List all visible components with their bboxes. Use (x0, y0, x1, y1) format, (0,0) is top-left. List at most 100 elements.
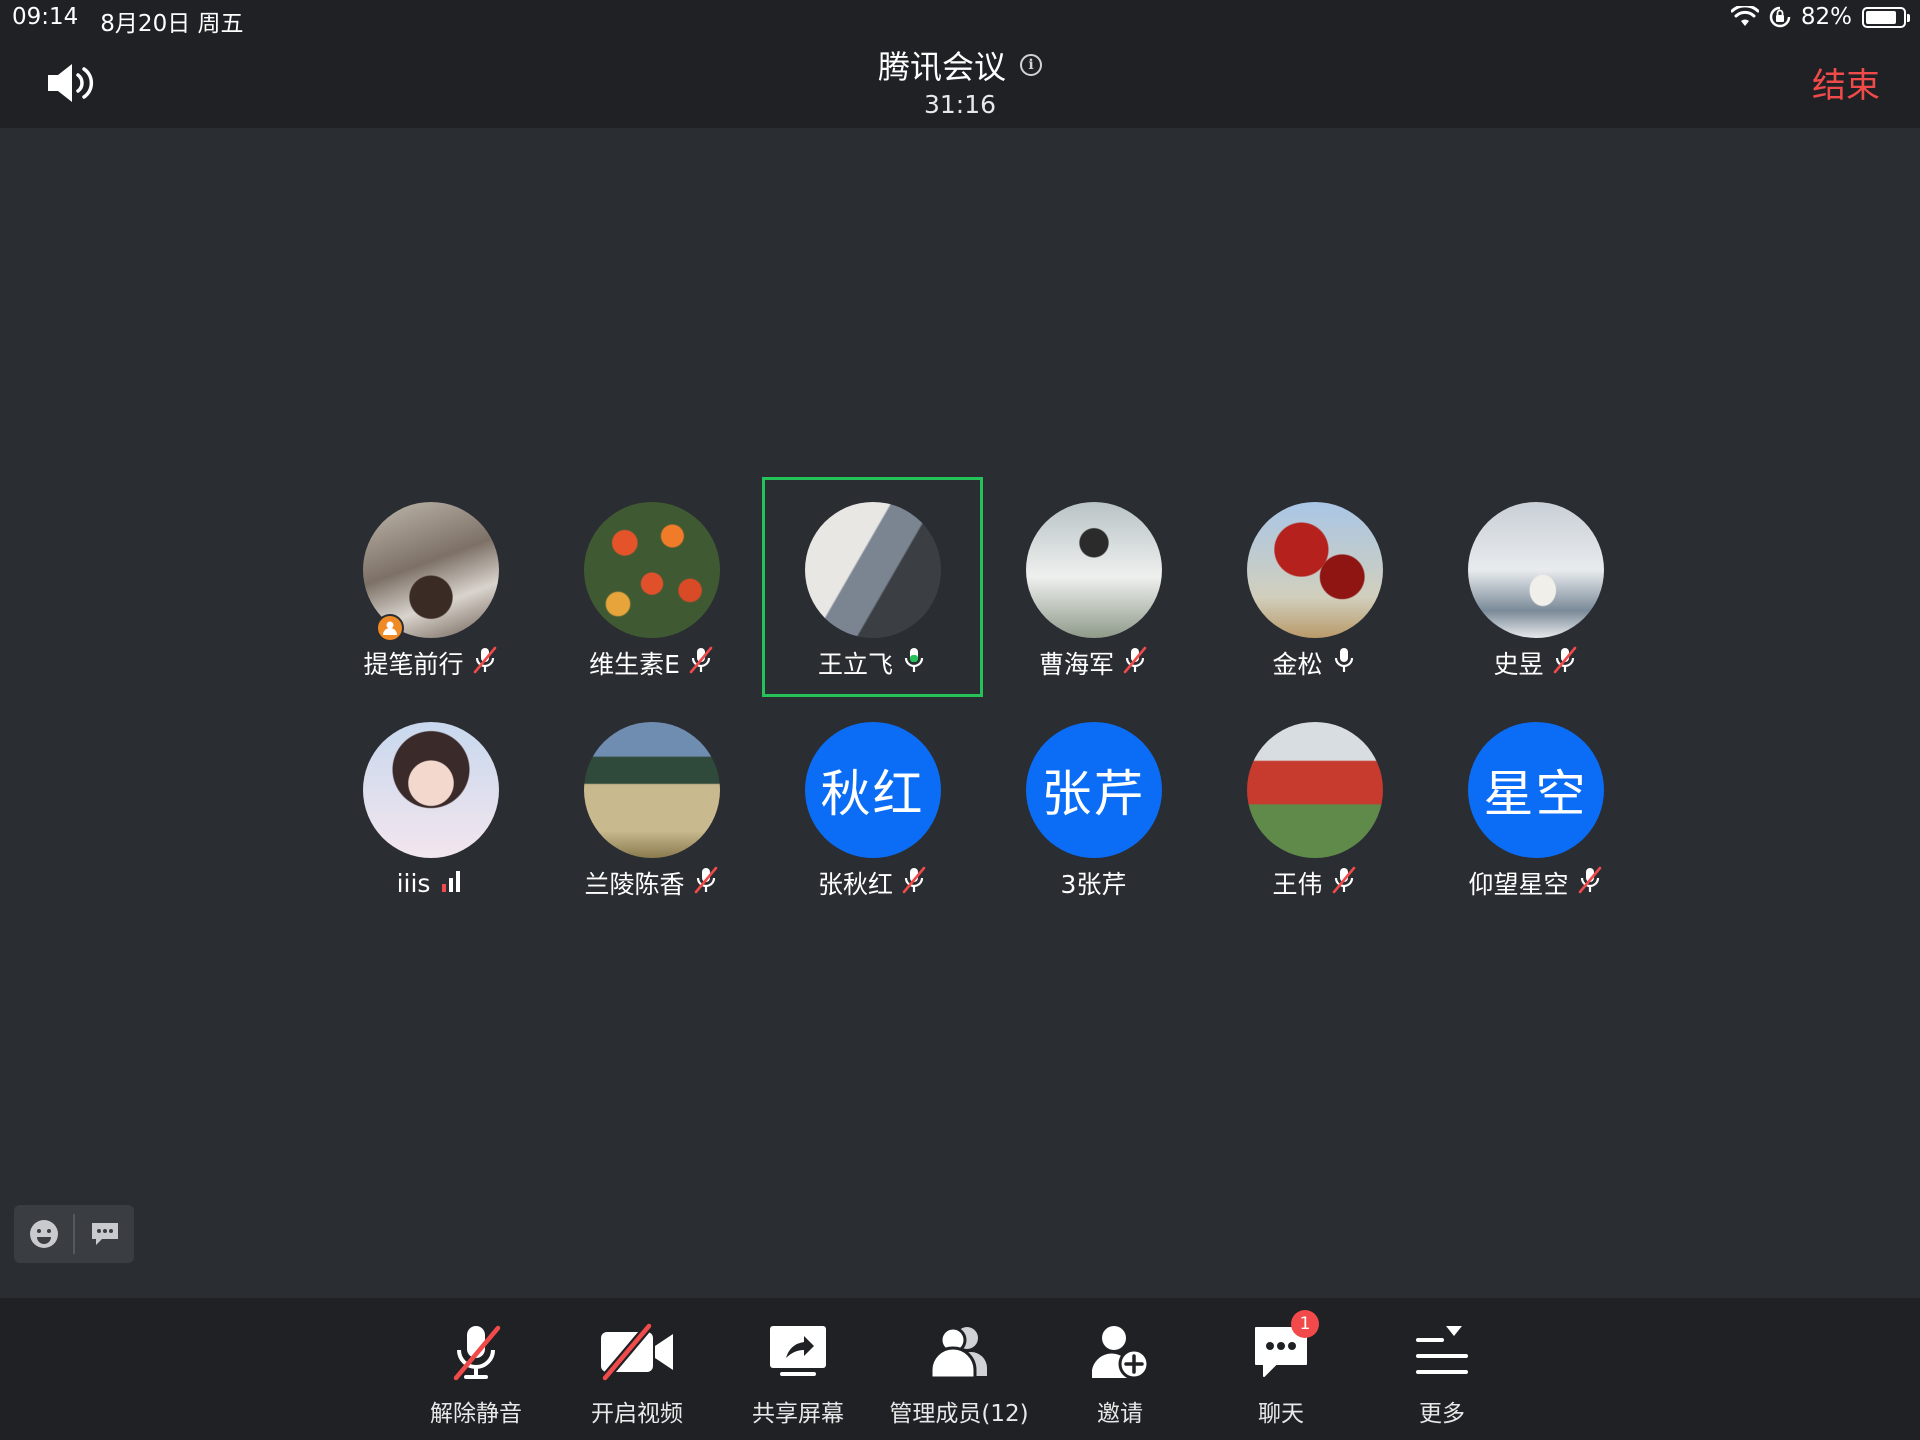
participant-tile[interactable]: 秋红张秋红 (762, 697, 983, 917)
participant-name-row: 王立飞 (817, 646, 927, 680)
mic-muted-icon (436, 1320, 516, 1384)
chat-icon: 1 (1241, 1310, 1321, 1384)
more-label: 更多 (1419, 1401, 1465, 1427)
invite-icon (1080, 1320, 1160, 1384)
status-date: 8月20日 周五 (100, 11, 244, 37)
mic-muted-icon (1577, 866, 1603, 900)
invite-button[interactable]: 邀请 (1045, 1320, 1195, 1430)
participant-name-row: iiis (397, 868, 465, 898)
participant-tile[interactable]: 星空 仰望星空 (1425, 697, 1646, 917)
share-screen-icon (758, 1320, 838, 1384)
share-screen-label: 共享屏幕 (752, 1401, 844, 1427)
participant-name-row: 曹海军 (1038, 646, 1148, 680)
manage-members-button[interactable]: 管理成员(12) (884, 1320, 1034, 1430)
host-badge-icon (376, 614, 404, 642)
battery-icon (1862, 6, 1910, 28)
more-menu-icon (1402, 1320, 1482, 1384)
participant-name: 史昱 (1493, 650, 1544, 679)
status-left: 09:14 8月20日 周五 (12, 4, 244, 38)
share-screen-button[interactable]: 共享屏幕 (723, 1320, 873, 1430)
status-right: 82% (1730, 4, 1910, 30)
unmute-button[interactable]: 解除静音 (401, 1320, 551, 1430)
status-bar: 09:14 8月20日 周五 82% (0, 0, 1920, 38)
mic-muted-icon (901, 866, 927, 900)
avatar-initials: 张芹 (1025, 722, 1162, 858)
emoji-icon (29, 1220, 58, 1248)
participant-tile[interactable]: 兰陵陈香 (541, 697, 762, 917)
mic-muted-icon (472, 646, 498, 680)
participant-name: 金松 (1272, 650, 1323, 679)
avatar-initials: 秋红 (804, 722, 941, 858)
danmaku-button[interactable] (75, 1205, 134, 1263)
participant-name-row: 3张芹 (1060, 868, 1127, 899)
end-meeting-button[interactable]: 结束 (1812, 58, 1880, 107)
avatar (804, 502, 941, 638)
participant-name: iiis (396, 868, 431, 898)
mic-icon (1331, 646, 1357, 680)
participant-name: 王伟 (1272, 870, 1323, 899)
battery-fill (1866, 10, 1896, 24)
mic-muted-icon (688, 646, 714, 680)
participant-tile[interactable]: 史昱 (1425, 477, 1646, 697)
invite-label: 邀请 (1097, 1401, 1143, 1427)
meeting-header: 腾讯会议 i 31:16 结束 (0, 38, 1920, 128)
more-button[interactable]: 更多 (1367, 1320, 1517, 1430)
meeting-title: 腾讯会议 (877, 48, 1006, 86)
status-time: 09:14 (12, 4, 79, 30)
avatar (1246, 502, 1383, 638)
members-icon (919, 1320, 999, 1384)
participant-name-row: 金松 (1272, 646, 1357, 680)
manage-members-label: 管理成员(12) (889, 1401, 1029, 1427)
avatar (1246, 722, 1383, 858)
avatar (362, 722, 499, 858)
avatar-initials: 星空 (1467, 722, 1604, 858)
participant-tile[interactable]: 维生素E (541, 477, 762, 697)
unmute-label: 解除静音 (430, 1401, 522, 1427)
participant-tile[interactable]: iiis (320, 697, 541, 917)
orientation-lock-icon (1769, 6, 1791, 28)
participant-name-row: 维生素E (589, 646, 714, 680)
start-video-label: 开启视频 (591, 1401, 683, 1427)
meeting-timer: 31:16 (923, 90, 997, 119)
participant-name-row: 史昱 (1493, 646, 1578, 680)
participant-name: 维生素E (589, 650, 680, 679)
mic-muted-icon (1122, 646, 1148, 680)
avatar (583, 722, 720, 858)
participant-name: 王立飞 (817, 650, 893, 679)
start-video-button[interactable]: 开启视频 (562, 1320, 712, 1430)
bottom-toolbar: 解除静音 开启视频 共享屏幕 管理成员(12) 邀请 1 聊天 更多 (0, 1298, 1920, 1440)
battery-percent: 82% (1800, 4, 1852, 30)
participant-name-row: 提笔前行 (363, 646, 498, 680)
mic-speaking-icon (901, 646, 927, 680)
wifi-icon (1730, 6, 1759, 26)
participant-name-row: 仰望星空 (1468, 866, 1603, 900)
emoji-button[interactable] (14, 1205, 73, 1263)
avatar (1467, 502, 1604, 638)
mic-muted-icon (1552, 646, 1578, 680)
chat-label: 聊天 (1258, 1401, 1304, 1427)
title-row[interactable]: 腾讯会议 i (878, 42, 1042, 88)
mic-muted-icon (693, 866, 719, 900)
participant-tile[interactable]: 曹海军 (983, 477, 1204, 697)
participant-name-row: 兰陵陈香 (584, 866, 719, 900)
chat-button[interactable]: 1 聊天 (1206, 1310, 1356, 1430)
signal-strength-icon (438, 866, 464, 900)
participant-tile[interactable]: 王伟 (1204, 697, 1425, 917)
avatar (583, 502, 720, 638)
info-icon[interactable]: i (1020, 54, 1042, 76)
title-area: 腾讯会议 i 31:16 (0, 42, 1920, 119)
participant-name: 曹海军 (1038, 650, 1114, 679)
participant-tile[interactable]: 王立飞 (762, 477, 983, 697)
participant-tile[interactable]: 张芹 3张芹 (983, 697, 1204, 917)
mic-muted-icon (1331, 866, 1357, 900)
participant-name: 提笔前行 (363, 650, 464, 679)
participant-tile[interactable]: 金松 (1204, 477, 1425, 697)
participant-name: 张秋红 (817, 870, 893, 899)
chat-unread-badge: 1 (1291, 1310, 1319, 1338)
participant-tile[interactable]: 提笔前行 (320, 477, 541, 697)
video-off-icon (597, 1320, 677, 1384)
participant-name-row: 王伟 (1272, 866, 1357, 900)
danmaku-icon (91, 1223, 118, 1245)
participant-name: 3张芹 (1060, 870, 1127, 899)
reactions-widget (14, 1205, 134, 1263)
